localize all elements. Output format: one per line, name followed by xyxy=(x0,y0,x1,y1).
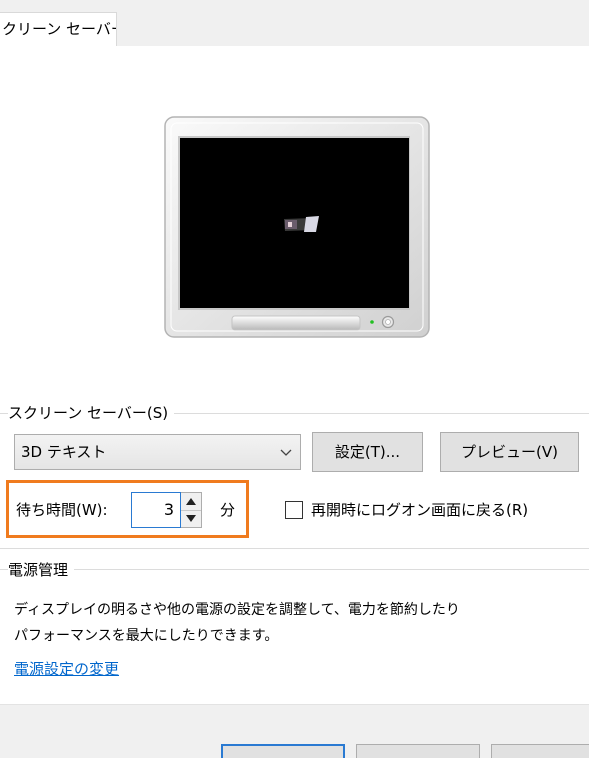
triangle-up-icon xyxy=(186,498,196,505)
spin-up-button[interactable] xyxy=(181,493,201,511)
resume-logon-label[interactable]: 再開時にログオン画面に戻る(R) xyxy=(311,500,528,520)
monitor-preview xyxy=(164,116,430,338)
power-description-line-2: パフォーマンスを最大にしたりできます。 xyxy=(14,628,279,644)
tab-label: クリーン セーバー xyxy=(2,20,117,38)
wait-time-unit: 分 xyxy=(220,501,236,519)
group-label-screen-saver: スクリーン セーバー(S) xyxy=(8,404,175,422)
screen-saver-selected: 3D テキスト xyxy=(21,443,107,461)
preview-button[interactable]: プレビュー(V) xyxy=(440,432,579,472)
change-power-settings-link[interactable]: 電源設定の変更 xyxy=(14,659,119,679)
screen-saver-select[interactable]: 3D テキスト xyxy=(14,434,301,470)
chevron-down-icon xyxy=(280,449,292,456)
group-divider xyxy=(0,569,589,570)
group-divider xyxy=(0,548,589,549)
power-led xyxy=(370,320,374,324)
ok-button[interactable] xyxy=(221,744,345,758)
wait-time-spinner xyxy=(181,492,202,528)
power-description-line-1: ディスプレイの明るさや他の電源の設定を調整して、電力を節約したり xyxy=(14,602,460,618)
settings-button[interactable]: 設定(T)... xyxy=(312,432,423,472)
power-description: ディスプレイの明るさや他の電源の設定を調整して、電力を節約したり パフォーマンス… xyxy=(14,597,460,649)
wait-time-input[interactable]: 3 xyxy=(131,492,181,528)
wait-time-label: 待ち時間(W): xyxy=(16,501,108,519)
apply-button[interactable] xyxy=(491,744,589,758)
screen-saver-settings-dialog: クリーン セーバー スクリーン セーバー(S) 3D テキスト 設定(T)...… xyxy=(0,0,589,758)
group-label-power: 電源管理 xyxy=(8,561,75,579)
spin-down-button[interactable] xyxy=(181,510,201,527)
resume-logon-checkbox[interactable] xyxy=(285,501,303,519)
triangle-down-icon xyxy=(186,515,196,522)
tab-screen-saver[interactable]: クリーン セーバー xyxy=(0,12,117,46)
cancel-button[interactable] xyxy=(356,744,480,758)
tab-strip: クリーン セーバー xyxy=(0,0,589,47)
